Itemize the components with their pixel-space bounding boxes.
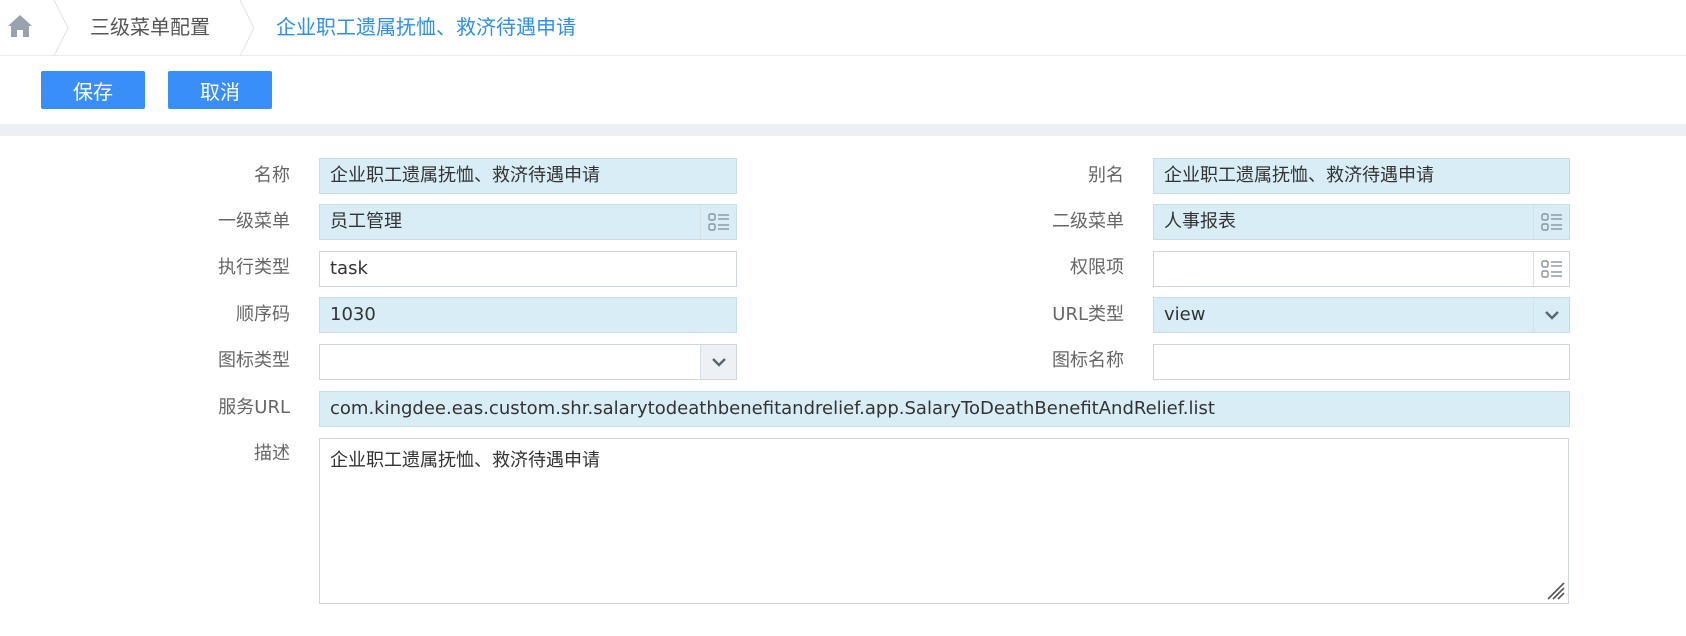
resize-handle-icon[interactable] (1544, 579, 1566, 601)
menu1-field[interactable]: 员工管理 (319, 204, 737, 240)
description-label: 描述 (254, 443, 290, 464)
menu2-picker-button[interactable] (1533, 205, 1569, 239)
name-value: 企业职工遗属抚恤、救济待遇申请 (330, 165, 600, 186)
menu1-value: 员工管理 (330, 211, 402, 232)
name-field[interactable]: 企业职工遗属抚恤、救济待遇申请 (319, 158, 737, 194)
icon-type-dropdown-button[interactable] (700, 345, 736, 379)
order-label: 顺序码 (236, 304, 290, 325)
exec-type-label: 执行类型 (218, 257, 290, 278)
section-divider (0, 124, 1686, 136)
permission-picker-button[interactable] (1533, 252, 1569, 286)
home-button[interactable] (4, 10, 36, 42)
menu2-field[interactable]: 人事报表 (1153, 204, 1570, 240)
breadcrumb-item-menu-config[interactable]: 三级菜单配置 (90, 13, 210, 41)
permission-label: 权限项 (1070, 257, 1124, 278)
cancel-button[interactable]: 取消 (168, 71, 272, 109)
icon-type-label: 图标类型 (218, 350, 290, 371)
alias-value: 企业职工遗属抚恤、救济待遇申请 (1164, 165, 1434, 186)
url-type-dropdown-button[interactable] (1533, 298, 1569, 332)
breadcrumb: 三级菜单配置 企业职工遗属抚恤、救济待遇申请 (0, 0, 1686, 56)
exec-type-input[interactable]: task (319, 251, 737, 287)
alias-label: 别名 (1088, 165, 1124, 186)
menu1-label: 一级菜单 (218, 211, 290, 232)
menu2-value: 人事报表 (1164, 211, 1236, 232)
url-type-select[interactable]: view (1153, 297, 1570, 333)
url-type-value: view (1164, 304, 1206, 325)
breadcrumb-current: 企业职工遗属抚恤、救济待遇申请 (276, 15, 576, 39)
icon-type-select[interactable] (319, 344, 737, 380)
description-textarea[interactable]: 企业职工遗属抚恤、救济待遇申请 (319, 438, 1569, 604)
order-field[interactable]: 1030 (319, 297, 737, 333)
breadcrumb-separator (53, 0, 69, 56)
url-type-label: URL类型 (1052, 304, 1124, 325)
list-picker-icon (1540, 260, 1562, 278)
permission-field[interactable] (1153, 251, 1570, 287)
menu1-picker-button[interactable] (700, 205, 736, 239)
service-url-value: com.kingdee.eas.custom.shr.salarytodeath… (330, 398, 1215, 419)
chevron-down-icon (1544, 311, 1559, 320)
exec-type-value: task (330, 258, 368, 279)
description-value: 企业职工遗属抚恤、救济待遇申请 (330, 450, 600, 471)
alias-field[interactable]: 企业职工遗属抚恤、救济待遇申请 (1153, 158, 1570, 194)
list-picker-icon (707, 213, 729, 231)
order-value: 1030 (330, 304, 376, 325)
home-icon (8, 15, 32, 37)
menu2-label: 二级菜单 (1052, 211, 1124, 232)
icon-name-label: 图标名称 (1052, 350, 1124, 371)
chevron-down-icon (711, 358, 726, 367)
icon-name-input[interactable] (1153, 344, 1570, 380)
service-url-field[interactable]: com.kingdee.eas.custom.shr.salarytodeath… (319, 391, 1570, 427)
list-picker-icon (1540, 213, 1562, 231)
breadcrumb-separator (239, 0, 255, 56)
name-label: 名称 (254, 165, 290, 186)
save-button[interactable]: 保存 (41, 71, 145, 109)
toolbar: 保存 取消 (0, 56, 1686, 124)
service-url-label: 服务URL (218, 397, 290, 418)
